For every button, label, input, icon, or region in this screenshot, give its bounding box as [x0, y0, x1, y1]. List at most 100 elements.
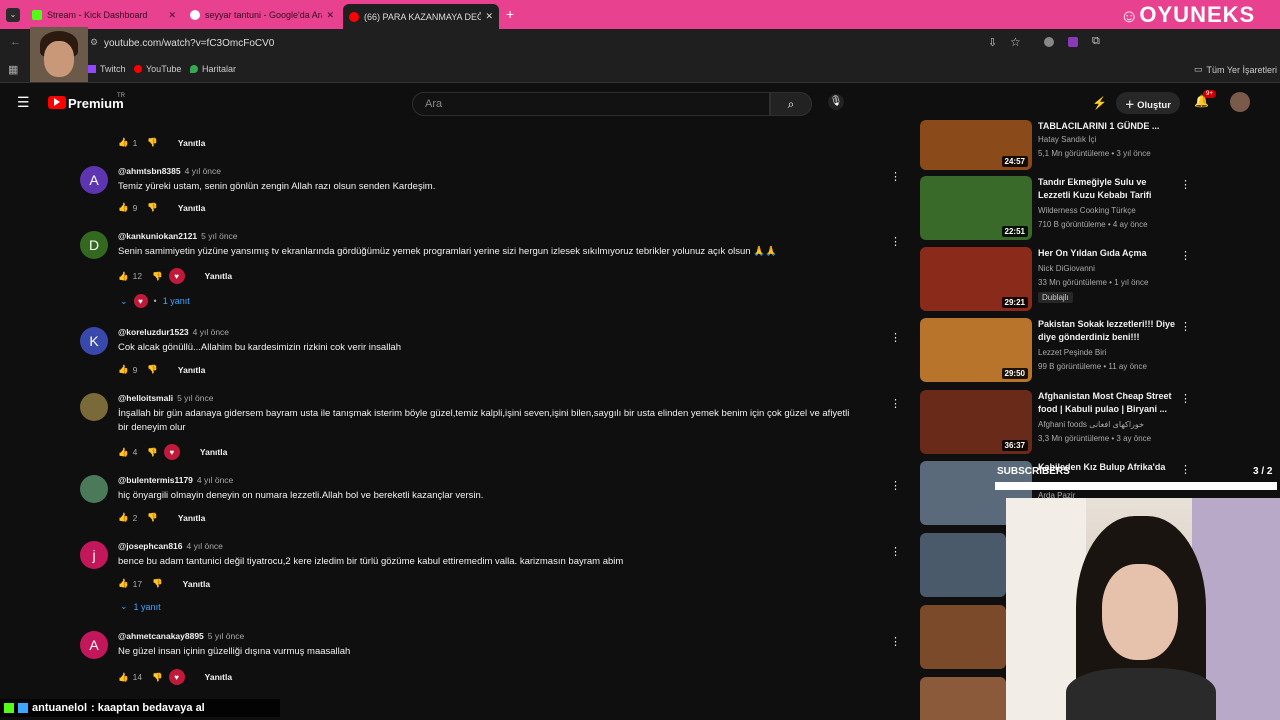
view-replies-button[interactable]: ⌄ ♥ • 1 yanıt — [120, 294, 190, 308]
account-avatar[interactable] — [1230, 92, 1250, 112]
channel-name[interactable]: Afghani foods خوراکهای افغانی — [1038, 420, 1144, 429]
recommended-video[interactable]: 36:37 Afghanistan Most Cheap Street food… — [920, 390, 1200, 454]
avatar[interactable] — [80, 393, 108, 421]
video-thumbnail[interactable]: 36:37 — [920, 390, 1032, 454]
comment-time[interactable]: 4 yıl önce — [185, 166, 221, 176]
dislike-icon[interactable]: 👎 — [147, 202, 158, 213]
more-actions-icon[interactable]: ⋮ — [890, 635, 901, 648]
video-thumbnail[interactable]: 29:50 — [920, 318, 1032, 382]
reply-button[interactable]: Yanıtla — [205, 271, 232, 281]
extensions-puzzle-icon[interactable]: ⧉ — [1092, 35, 1100, 48]
comment-time[interactable]: 5 yıl önce — [177, 393, 213, 403]
recommended-video[interactable]: 22:51 Tandır Ekmeğiyle Sulu ve Lezzetli … — [920, 176, 1200, 240]
extension-icon[interactable] — [1068, 37, 1078, 47]
video-title[interactable]: Tandır Ekmeğiyle Sulu ve Lezzetli Kuzu K… — [1038, 176, 1176, 202]
bookmark-star-icon[interactable]: ☆ — [1010, 35, 1021, 49]
video-thumbnail[interactable] — [920, 605, 1006, 669]
youtube-premium-logo[interactable]: Premium — [68, 96, 124, 111]
tab-google-search[interactable]: seyyar tantuni - Google'da Ara ✕ — [184, 4, 340, 26]
recommended-video[interactable]: 29:50 Pakistan Sokak lezzetleri!!! Diye … — [920, 318, 1200, 382]
bookmark-youtube[interactable]: YouTube — [134, 64, 181, 74]
more-actions-icon[interactable]: ⋮ — [1180, 249, 1191, 262]
comment-time[interactable]: 5 yıl önce — [201, 231, 237, 241]
reply-button[interactable]: Yanıtla — [178, 203, 205, 213]
extension-icon[interactable] — [1044, 37, 1054, 47]
reply-button[interactable]: Yanıtla — [178, 138, 205, 148]
author-handle[interactable]: @helloitsmali — [118, 393, 173, 403]
like-icon[interactable]: 👍 — [118, 137, 129, 148]
dislike-icon[interactable]: 👎 — [147, 512, 158, 523]
comment-author[interactable]: @ahmetcanakay8895 5 yıl önce — [118, 631, 244, 641]
view-replies-button[interactable]: ⌄ 1 yanıt — [120, 601, 161, 612]
channel-name[interactable]: Lezzet Peşinde Biri — [1038, 348, 1106, 357]
like-icon[interactable]: 👍 — [118, 202, 129, 213]
tab-kick-dashboard[interactable]: Stream - Kick Dashboard ✕ — [26, 4, 182, 26]
comment-author[interactable]: @ahmtsbn8385 4 yıl önce — [118, 166, 221, 176]
more-actions-icon[interactable]: ⋮ — [890, 170, 901, 183]
comment-time[interactable]: 4 yıl önce — [197, 475, 233, 485]
dislike-icon[interactable]: 👎 — [152, 672, 163, 683]
menu-icon[interactable]: ☰ — [17, 94, 30, 111]
create-button[interactable]: ＋ Oluştur — [1116, 92, 1180, 114]
recommended-video[interactable]: 29:21 Her On Yıldan Gıda Açma Nick DiGio… — [920, 247, 1200, 311]
new-tab-icon[interactable]: + — [506, 6, 514, 22]
comment-author[interactable]: @koreluzdur1523 4 yıl önce — [118, 327, 229, 337]
close-icon[interactable]: ✕ — [168, 10, 176, 21]
video-thumbnail[interactable]: 29:21 — [920, 247, 1032, 311]
tab-youtube-video[interactable]: (66) PARA KAZANMAYA DEĞİL ✕ — [343, 4, 499, 29]
dislike-icon[interactable]: 👎 — [147, 137, 158, 148]
reply-button[interactable]: Yanıtla — [205, 672, 232, 682]
more-actions-icon[interactable]: ⋮ — [890, 545, 901, 558]
video-thumbnail[interactable] — [920, 533, 1006, 597]
dislike-icon[interactable]: 👎 — [152, 578, 163, 589]
search-button[interactable]: ⌕ — [770, 92, 812, 116]
bookmark-maps[interactable]: Haritalar — [190, 64, 236, 74]
reply-button[interactable]: Yanıtla — [178, 513, 205, 523]
search-input[interactable]: Ara — [412, 92, 770, 116]
more-actions-icon[interactable]: ⋮ — [890, 397, 901, 410]
video-title[interactable]: TABLACILARINI 1 GÜNDE ... — [1038, 120, 1176, 133]
more-actions-icon[interactable]: ⋮ — [890, 479, 901, 492]
video-title[interactable]: Her On Yıldan Gıda Açma — [1038, 247, 1176, 260]
author-handle[interactable]: @josephcan816 — [118, 541, 183, 551]
like-icon[interactable]: 👍 — [118, 271, 129, 282]
avatar[interactable]: j — [80, 541, 108, 569]
avatar[interactable]: K — [80, 327, 108, 355]
author-handle[interactable]: @kankuniokan2121 — [118, 231, 197, 241]
more-actions-icon[interactable]: ⋮ — [1180, 392, 1191, 405]
channel-name[interactable]: Nick DiGiovanni — [1038, 264, 1095, 273]
all-bookmarks[interactable]: ▭ Tüm Yer İşaretleri — [1194, 64, 1277, 75]
avatar[interactable]: A — [80, 631, 108, 659]
video-title[interactable]: Afghanistan Most Cheap Street food | Kab… — [1038, 390, 1176, 416]
comment-author[interactable]: @bulentermis1179 4 yıl önce — [118, 475, 233, 485]
close-icon[interactable]: ✕ — [326, 10, 334, 21]
recommended-video[interactable]: 24:57 TABLACILARINI 1 GÜNDE ... Hatay Sa… — [920, 120, 1200, 170]
more-actions-icon[interactable]: ⋮ — [890, 331, 901, 344]
url-field[interactable]: youtube.com/watch?v=fC3OmcFoCV0 — [104, 38, 274, 49]
avatar[interactable]: A — [80, 166, 108, 194]
comment-time[interactable]: 4 yıl önce — [187, 541, 223, 551]
avatar[interactable] — [80, 475, 108, 503]
video-thumbnail[interactable]: 24:57 — [920, 120, 1032, 170]
like-icon[interactable]: 👍 — [118, 447, 129, 458]
install-icon[interactable]: ⇩ — [988, 36, 997, 49]
video-thumbnail[interactable] — [920, 677, 1006, 720]
comment-time[interactable]: 4 yıl önce — [193, 327, 229, 337]
author-handle[interactable]: @bulentermis1179 — [118, 475, 193, 485]
avatar[interactable]: D — [80, 231, 108, 259]
more-actions-icon[interactable]: ⋮ — [1180, 320, 1191, 333]
like-icon[interactable]: 👍 — [118, 512, 129, 523]
more-actions-icon[interactable]: ⋮ — [890, 235, 901, 248]
author-handle[interactable]: @koreluzdur1523 — [118, 327, 189, 337]
author-handle[interactable]: @ahmtsbn8385 — [118, 166, 181, 176]
channel-name[interactable]: Hatay Sandık İçi — [1038, 135, 1096, 144]
site-info-icon[interactable]: ⚙ — [90, 37, 98, 48]
reply-button[interactable]: Yanıtla — [183, 579, 210, 589]
reply-button[interactable]: Yanıtla — [178, 365, 205, 375]
dislike-icon[interactable]: 👎 — [147, 364, 158, 375]
comment-author[interactable]: @kankuniokan2121 5 yıl önce — [118, 231, 238, 241]
comment-time[interactable]: 5 yıl önce — [208, 631, 244, 641]
channel-name[interactable]: Wilderness Cooking Türkçe — [1038, 206, 1136, 215]
bookmark-twitch[interactable]: Twitch — [88, 64, 126, 74]
tab-search-icon[interactable]: ⌄ — [6, 8, 20, 22]
